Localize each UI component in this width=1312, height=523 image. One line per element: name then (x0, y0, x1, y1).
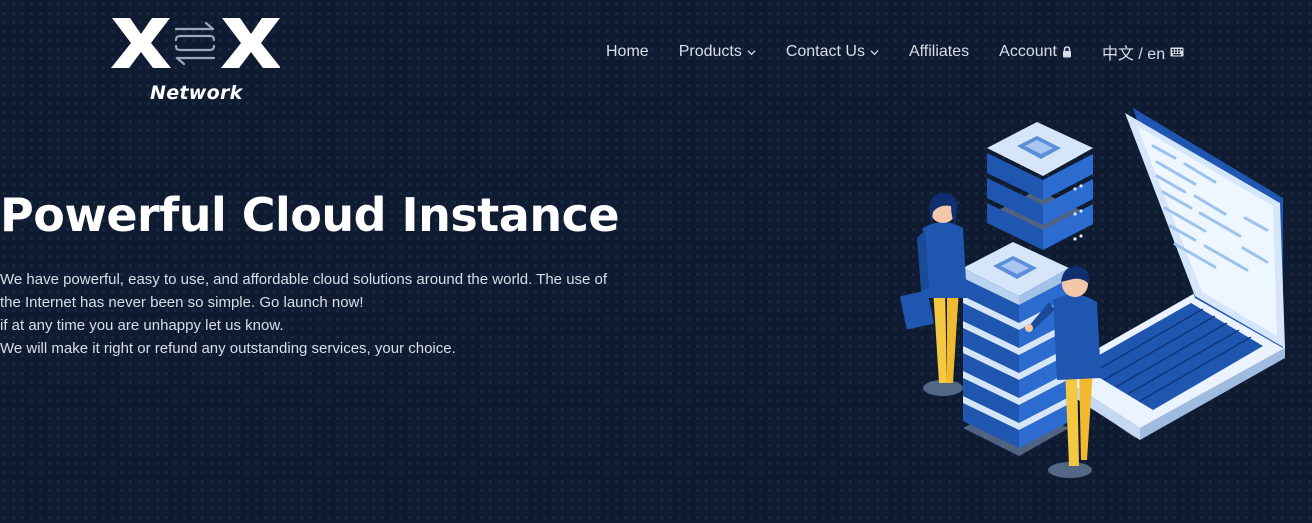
lock-icon (1062, 46, 1071, 58)
nav-home[interactable]: Home (606, 43, 649, 61)
nav-contact[interactable]: Contact Us (786, 43, 879, 61)
nav-account-label: Account (999, 43, 1057, 60)
keyboard-icon (1170, 47, 1184, 57)
hero-title: Powerful Cloud Instance (0, 188, 620, 242)
main-nav: Home Products Contact Us Affiliates Acco… (606, 41, 1184, 63)
hero-line: the Internet has never been so simple. G… (0, 294, 364, 311)
nav-contact-label: Contact Us (785, 43, 865, 60)
nav-language[interactable]: 中文 / en (1102, 40, 1184, 64)
logo-subtitle: Network (150, 82, 243, 104)
nav-products-label: Products (678, 43, 742, 60)
hero-line: if at any time you are unhappy let us kn… (0, 317, 284, 334)
hero-description: We have powerful, easy to use, and affor… (0, 268, 650, 360)
nav-affiliates-label: Affiliates (908, 43, 970, 60)
cloud-servers-illustration (900, 108, 1285, 478)
nav-affiliates[interactable]: Affiliates (909, 43, 969, 61)
swap-arrows-icon (174, 21, 216, 66)
nav-products[interactable]: Products (679, 43, 756, 61)
server-stack-back (987, 122, 1093, 250)
hero-line: We will make it right or refund any outs… (0, 340, 456, 357)
brand-logo[interactable]: Network (110, 14, 280, 104)
chevron-down-icon (870, 49, 879, 55)
hero-line: We have powerful, easy to use, and affor… (0, 271, 608, 288)
nav-account[interactable]: Account (999, 43, 1072, 61)
person-woman (900, 192, 967, 396)
nav-language-label: 中文 / en (1101, 46, 1166, 63)
logo-mark (111, 18, 280, 68)
nav-home-label: Home (606, 43, 649, 60)
chevron-down-icon (747, 49, 756, 55)
server-stack-front (963, 242, 1069, 456)
